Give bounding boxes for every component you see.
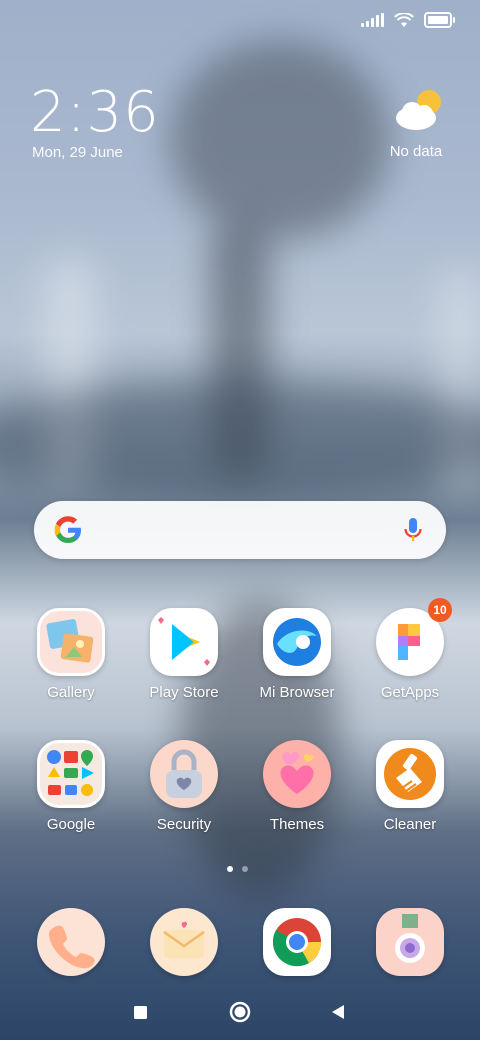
back-icon[interactable]: [326, 1000, 350, 1024]
app-cleaner[interactable]: Cleaner: [355, 740, 465, 833]
app-label: GetApps: [380, 684, 440, 701]
clock-date[interactable]: Mon, 29 June: [32, 144, 123, 161]
getapps-icon: 10: [376, 598, 452, 676]
app-label: Cleaner: [383, 816, 437, 833]
weather-widget[interactable]: No data: [390, 88, 450, 160]
battery-full-icon: [424, 12, 455, 28]
weather-text: No data: [389, 143, 443, 160]
app-label: Play Store: [149, 684, 219, 701]
messages-icon: [150, 908, 218, 976]
app-gallery[interactable]: Gallery: [16, 608, 126, 701]
cleaner-icon: [376, 740, 444, 808]
wallpaper-tree: [170, 40, 390, 240]
app-label: Mi Browser: [259, 684, 335, 701]
partly-cloudy-icon: [396, 90, 441, 130]
app-getapps[interactable]: 10 GetApps: [355, 598, 465, 701]
recents-icon[interactable]: [128, 1000, 152, 1024]
app-security[interactable]: Security: [129, 740, 239, 833]
status-bar: [361, 12, 455, 28]
clock-time[interactable]: 2:36: [30, 80, 160, 145]
wallpaper-shoreline: [0, 380, 480, 500]
wifi-icon: [394, 12, 414, 27]
dock-phone[interactable]: [16, 908, 126, 976]
camera-icon: [376, 908, 444, 976]
notification-badge: 10: [428, 598, 452, 622]
signal-icon: [361, 13, 384, 27]
chrome-icon: [263, 908, 331, 976]
google-search-bar[interactable]: [34, 501, 446, 559]
home-icon[interactable]: [228, 1000, 252, 1024]
mic-icon[interactable]: [398, 515, 428, 545]
navigation-bar: [0, 990, 480, 1034]
dock-messages[interactable]: [129, 908, 239, 976]
app-themes[interactable]: Themes: [242, 740, 352, 833]
google-g-icon: [54, 516, 81, 543]
app-play-store[interactable]: Play Store: [129, 608, 239, 701]
google-folder-icon: [37, 740, 105, 808]
page-indicator: [227, 866, 248, 872]
mi-browser-icon: [263, 608, 331, 676]
play-store-icon: [150, 608, 218, 676]
dock-chrome[interactable]: [242, 908, 352, 976]
app-mi-browser[interactable]: Mi Browser: [242, 608, 352, 701]
page-dot-active: [227, 866, 233, 872]
themes-icon: [263, 740, 331, 808]
app-google-folder[interactable]: Google: [16, 740, 126, 833]
phone-icon: [37, 908, 105, 976]
app-label: Google: [46, 816, 96, 833]
security-icon: [150, 740, 218, 808]
app-label: Themes: [269, 816, 325, 833]
app-label: Gallery: [47, 684, 95, 701]
app-label: Security: [156, 816, 212, 833]
dock-camera[interactable]: [355, 908, 465, 976]
page-dot: [242, 866, 248, 872]
gallery-icon: [37, 608, 105, 676]
